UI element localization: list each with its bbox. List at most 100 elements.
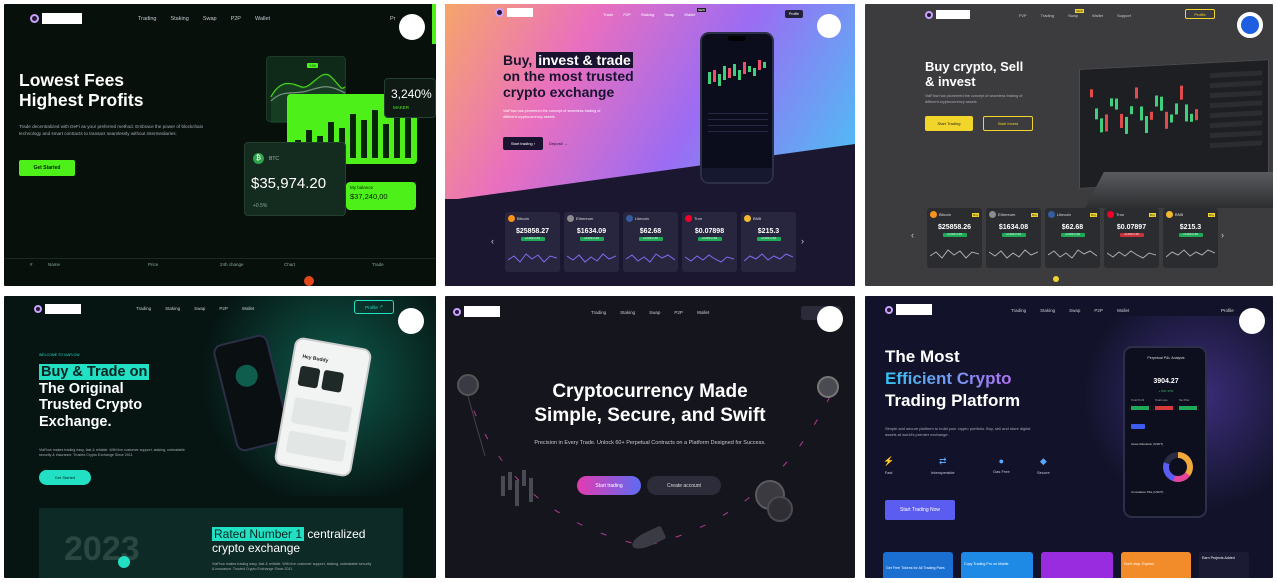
deposit-link[interactable]: Deposit → xyxy=(549,141,568,146)
avatar[interactable] xyxy=(398,308,424,334)
nav-item[interactable]: Wallet xyxy=(684,12,695,17)
buy-badge[interactable]: Buy xyxy=(1031,212,1038,217)
promo-card[interactable]: Get Free Tokens for All Trading Pairs xyxy=(883,552,953,578)
start-trading-button[interactable]: Start Trading xyxy=(925,116,973,131)
coin-card[interactable]: BNB $215.3 +0.24% 2.4% xyxy=(741,212,796,272)
buy-badge[interactable]: Buy xyxy=(1090,212,1097,217)
nav-item[interactable]: Trading xyxy=(136,306,151,311)
buy-badge[interactable]: Buy xyxy=(1208,212,1215,217)
nav-item[interactable]: P2P xyxy=(623,12,631,17)
nav-item[interactable]: Wallet xyxy=(1117,308,1129,313)
candle xyxy=(713,70,716,82)
nav-item[interactable]: Swap xyxy=(1068,13,1078,18)
get-started-button[interactable]: Get Started xyxy=(39,470,91,485)
coin-card[interactable]: Tron Buy $0.07897 +0.24% 2.4% xyxy=(1104,208,1159,268)
coin-card[interactable]: Tron $0.07898 +0.24% 2.4% xyxy=(682,212,737,272)
nav-item[interactable]: Swap xyxy=(194,306,205,311)
carousel-prev-icon[interactable]: ‹ xyxy=(911,230,914,240)
nav-item[interactable]: Wallet xyxy=(255,16,270,22)
create-account-button[interactable]: Create account xyxy=(647,476,721,495)
nav-item[interactable]: Wallet xyxy=(1092,13,1103,18)
nav-item[interactable]: Trade xyxy=(603,12,613,17)
bar xyxy=(361,120,367,158)
carousel-prev-icon[interactable]: ‹ xyxy=(491,236,494,246)
logo[interactable] xyxy=(885,304,932,315)
phone-panel xyxy=(285,430,347,463)
table-header-cell: # xyxy=(30,262,33,267)
candle xyxy=(1190,113,1193,122)
table-header-cell: 24h change xyxy=(220,262,244,267)
avatar[interactable] xyxy=(817,14,841,38)
buy-badge[interactable]: Buy xyxy=(972,212,979,217)
promo-card[interactable]: Don't stop. Explore xyxy=(1121,552,1191,578)
coin-card[interactable]: Bitcoin Buy $25858.26 +0.24% 2.4% xyxy=(927,208,982,268)
coin-card[interactable]: Litecoin Buy $62.68 +0.24% 2.4% xyxy=(1045,208,1100,268)
sparkline xyxy=(626,253,675,263)
avatar[interactable] xyxy=(1239,308,1265,334)
nav-item[interactable]: Staking xyxy=(170,16,188,22)
phone-title: Perpetual P&L Analysis xyxy=(1147,356,1185,360)
avatar[interactable] xyxy=(399,14,425,40)
feature-label: Secure xyxy=(1037,470,1050,475)
coin-change: +0.24% 2.4% xyxy=(942,233,967,237)
chart-badge: +34 xyxy=(307,63,318,68)
nav-item[interactable]: P2P xyxy=(219,306,228,311)
coin-card[interactable]: BNB Buy $215.3 +0.24% 2.4% xyxy=(1163,208,1218,268)
buy-badge[interactable]: Buy xyxy=(1149,212,1156,217)
start-trading-button[interactable]: Start Trading Now xyxy=(885,500,955,520)
nav-item[interactable]: Wallet xyxy=(242,306,254,311)
nav-item[interactable]: Swap xyxy=(203,16,217,22)
nav-item[interactable]: Swap xyxy=(1069,308,1080,313)
orderbook-row xyxy=(1210,110,1262,119)
coin-card[interactable]: Bitcoin $25858.27 +0.24% 2.4% xyxy=(505,212,560,272)
candle xyxy=(1150,111,1153,120)
nav-item[interactable]: Trading xyxy=(1011,308,1026,313)
hero-title: Buy, invest & trade on the most trusted … xyxy=(503,52,634,100)
nav-item[interactable]: P2P xyxy=(231,16,241,22)
profile-button[interactable]: Profile xyxy=(785,10,803,18)
phone-mockup xyxy=(700,32,774,184)
nav-item[interactable]: Swap xyxy=(664,12,674,17)
nav-item[interactable]: Trading xyxy=(1041,13,1054,18)
nav-item[interactable]: Staking xyxy=(165,306,180,311)
profile-link[interactable]: Pr xyxy=(390,16,396,22)
nav-item[interactable]: Support xyxy=(1117,13,1131,18)
coin-name-row: Tron xyxy=(685,215,734,222)
logo[interactable] xyxy=(30,13,82,24)
start-invest-button[interactable]: Start Invest xyxy=(983,116,1033,131)
feature-secure: ◆ Secure xyxy=(1037,456,1050,475)
logo[interactable] xyxy=(925,10,970,19)
candle xyxy=(1110,98,1113,107)
hero-title-line: Buy crypto, Sell xyxy=(925,59,1024,74)
avatar[interactable] xyxy=(1237,12,1263,38)
coin-price: $62.68 xyxy=(1061,224,1084,231)
nav-item[interactable]: Trading xyxy=(138,16,156,22)
hero-title-line: & invest xyxy=(925,73,976,89)
feature-label: Gas Free xyxy=(993,469,1010,474)
start-trading-button[interactable]: Start trading › xyxy=(503,137,543,150)
coin-card[interactable]: Ethereum $1634.09 +0.24% 2.4% xyxy=(564,212,619,272)
promo-card[interactable]: Earn Projects Added xyxy=(1199,552,1249,578)
coin-card[interactable]: Litecoin $62.68 +0.24% 2.4% xyxy=(623,212,678,272)
candle xyxy=(508,472,512,490)
nav-item[interactable]: Staking xyxy=(1040,308,1055,313)
nav-item[interactable]: P2P xyxy=(1019,13,1027,18)
profile-link[interactable]: Profile xyxy=(1221,308,1234,313)
coin-card[interactable]: Ethereum Buy $1634.08 +0.24% 2.4% xyxy=(986,208,1041,268)
btc-change: +0.5% xyxy=(253,203,268,209)
carousel-dot[interactable] xyxy=(1053,276,1059,282)
play-icon[interactable] xyxy=(118,556,130,568)
start-trading-button[interactable]: Start trading xyxy=(577,476,641,495)
nav-item[interactable]: Staking xyxy=(641,12,654,17)
promo-card[interactable]: Copy Trading Pro on Mobile xyxy=(961,552,1033,578)
carousel-next-icon[interactable]: › xyxy=(1221,230,1224,240)
promo-card[interactable] xyxy=(1041,552,1113,578)
logo[interactable] xyxy=(34,304,81,314)
profile-button[interactable]: Profile xyxy=(1185,9,1215,19)
nav-item[interactable]: P2P xyxy=(1094,308,1103,313)
get-started-button[interactable]: Get Started xyxy=(19,160,75,176)
carousel-next-icon[interactable]: › xyxy=(801,236,804,246)
profile-button[interactable]: Profile ↗ xyxy=(354,300,394,314)
coin-price: $215.3 xyxy=(757,228,780,235)
logo[interactable] xyxy=(495,8,533,17)
